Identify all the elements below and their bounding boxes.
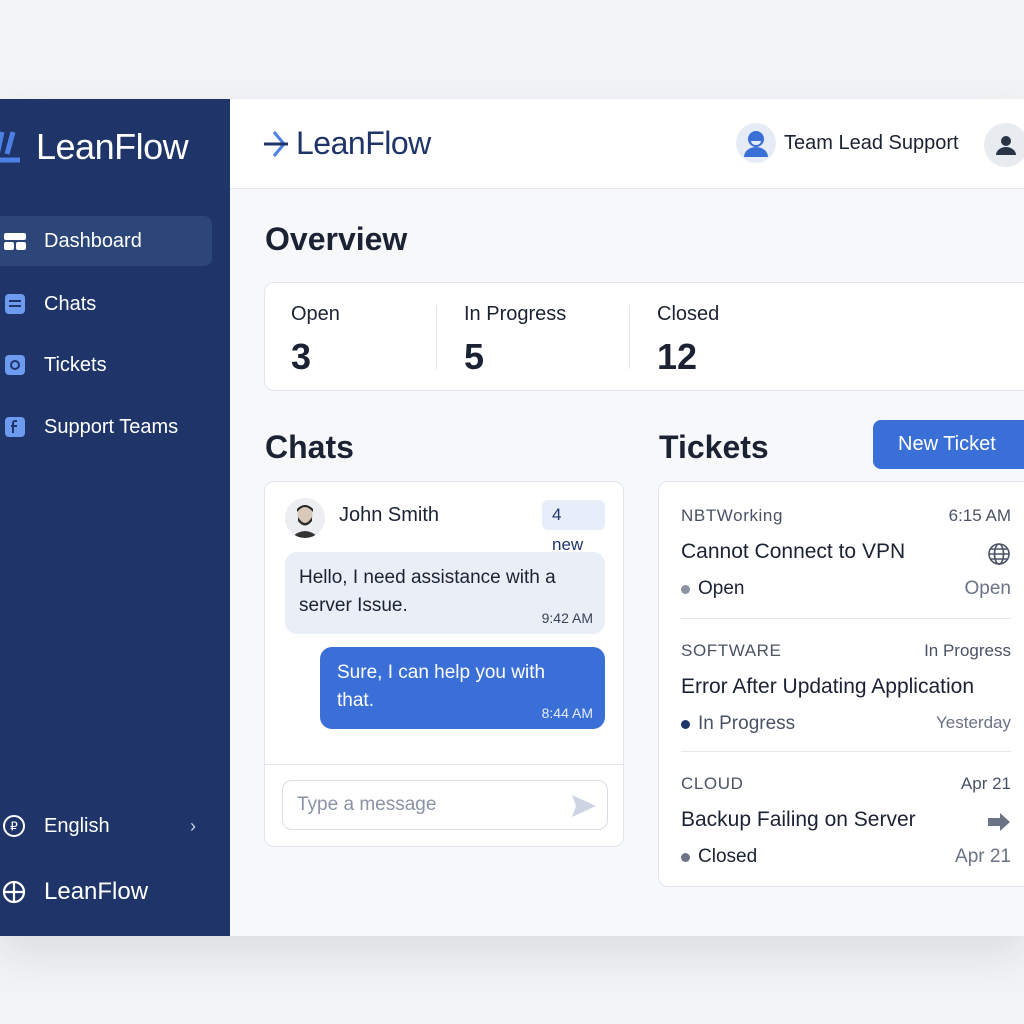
divider xyxy=(681,618,1011,619)
sidebar-item-label: Dashboard xyxy=(44,229,142,252)
globe-icon xyxy=(988,543,1010,565)
stat-open: Open 3 xyxy=(291,303,340,378)
stat-closed: Closed 12 xyxy=(657,303,719,378)
ticket-time: Yesterday xyxy=(936,713,1011,732)
ticket-state: Open xyxy=(964,578,1011,599)
chats-title: Chats xyxy=(265,429,354,465)
ticket-status: In Progress xyxy=(681,713,795,735)
language-label: English xyxy=(44,814,110,837)
chat-header[interactable]: John Smith 4 new xyxy=(285,498,605,554)
stat-value: 3 xyxy=(291,336,312,377)
message-incoming: Hello, I need assistance with a server I… xyxy=(285,552,605,634)
language-icon: ₽ xyxy=(2,814,26,838)
ticket-meta: In Progress xyxy=(924,641,1011,660)
ticket-category: CLOUD xyxy=(681,774,744,793)
tickets-title: Tickets xyxy=(659,429,769,465)
sidebar-brand: LeanFlow xyxy=(36,126,189,167)
message-composer xyxy=(282,780,608,830)
chat-panel: John Smith 4 new Hello, I need assistanc… xyxy=(264,481,624,847)
ticket-title: Error After Updating Application xyxy=(681,675,974,698)
logo-mark-icon xyxy=(0,131,20,163)
ticket-title: Cannot Connect to VPN xyxy=(681,540,906,563)
top-bar: LeanFlow Team Lead Support xyxy=(230,99,1024,189)
divider xyxy=(265,764,623,765)
ticket-icon xyxy=(4,354,26,376)
ticket-item[interactable]: NBTWorking 6:15 AM Cannot Connect to VPN… xyxy=(681,506,1011,626)
stat-value: 12 xyxy=(657,336,698,377)
status-dot-icon xyxy=(681,852,690,862)
message-input[interactable] xyxy=(297,781,567,829)
status-label: Closed xyxy=(698,846,758,867)
sidebar-item-chats[interactable]: Chats xyxy=(0,279,212,329)
header-brand: LeanFlow xyxy=(296,125,431,161)
chevron-right-icon: › xyxy=(190,815,196,836)
send-icon[interactable] xyxy=(571,793,597,819)
new-ticket-button[interactable]: New Ticket xyxy=(873,420,1024,469)
ticket-status: Open xyxy=(681,578,744,600)
sidebar-item-dashboard[interactable]: Dashboard xyxy=(0,216,212,266)
message-time: 9:42 AM xyxy=(541,610,593,626)
ticket-item[interactable]: CLOUD Apr 21 Backup Failing on Server Cl… xyxy=(681,774,1011,886)
ticket-status: Closed xyxy=(681,846,757,868)
svg-text:₽: ₽ xyxy=(10,820,18,834)
stat-label: Open xyxy=(291,303,340,325)
unread-badge: 4 new xyxy=(542,500,605,554)
status-dot-icon xyxy=(681,719,690,729)
stat-label: Closed xyxy=(657,303,720,325)
overview-title: Overview xyxy=(265,221,408,257)
user-icon xyxy=(996,136,1016,155)
stat-value: 5 xyxy=(464,336,485,377)
sidebar-item-label: Tickets xyxy=(44,353,107,376)
sidebar: LeanFlow Dashboard Chats Tickets Support… xyxy=(0,99,230,936)
current-user[interactable]: Team Lead Support xyxy=(736,123,959,163)
app-window: LeanFlow Dashboard Chats Tickets Support… xyxy=(0,99,1024,936)
sidebar-item-label: Support Teams xyxy=(44,415,179,438)
header-logo[interactable]: LeanFlow xyxy=(264,125,431,162)
divider xyxy=(436,305,437,369)
sidebar-logo[interactable]: LeanFlow xyxy=(0,126,189,167)
stats-card: Open 3 In Progress 5 Closed 12 xyxy=(264,282,1024,391)
message-time: 8:44 AM xyxy=(541,705,593,721)
stat-in-progress: In Progress 5 xyxy=(464,303,566,378)
arrow-right-icon xyxy=(988,813,1010,831)
divider xyxy=(681,751,1011,752)
tickets-panel: NBTWorking 6:15 AM Cannot Connect to VPN… xyxy=(658,481,1024,887)
team-icon xyxy=(4,416,26,438)
chat-icon xyxy=(4,293,26,315)
avatar xyxy=(285,498,325,538)
user-name: Team Lead Support xyxy=(784,131,959,154)
status-dot-icon xyxy=(681,584,690,594)
sidebar-footer-brand[interactable]: LeanFlow xyxy=(0,872,212,912)
sidebar-item-label: Chats xyxy=(44,292,97,315)
ticket-item[interactable]: SOFTWARE In Progress Error After Updatin… xyxy=(681,641,1011,761)
ticket-category: SOFTWARE xyxy=(681,641,782,660)
message-outgoing: Sure, I can help you with that. 8:44 AM xyxy=(320,647,605,729)
language-selector[interactable]: ₽ English › xyxy=(0,806,212,846)
ticket-date: Apr 21 xyxy=(955,846,1011,867)
contact-name: John Smith xyxy=(339,504,440,526)
ticket-meta: 6:15 AM xyxy=(948,506,1011,525)
profile-button[interactable] xyxy=(984,123,1024,167)
ticket-category: NBTWorking xyxy=(681,506,784,525)
ticket-meta: Apr 21 xyxy=(960,774,1011,793)
avatar xyxy=(736,123,776,163)
logo-mark-icon xyxy=(264,130,288,157)
message-text: Hello, I need assistance with a server I… xyxy=(299,567,556,616)
globe-icon xyxy=(2,880,26,904)
status-label: Open xyxy=(698,578,745,599)
dashboard-icon xyxy=(4,230,26,252)
footer-brand-label: LeanFlow xyxy=(44,878,149,905)
status-label: In Progress xyxy=(698,713,796,734)
sidebar-item-support-teams[interactable]: Support Teams xyxy=(0,402,212,452)
sidebar-item-tickets[interactable]: Tickets xyxy=(0,340,212,390)
divider xyxy=(629,305,630,369)
ticket-title: Backup Failing on Server xyxy=(681,808,916,831)
stat-label: In Progress xyxy=(464,303,567,325)
